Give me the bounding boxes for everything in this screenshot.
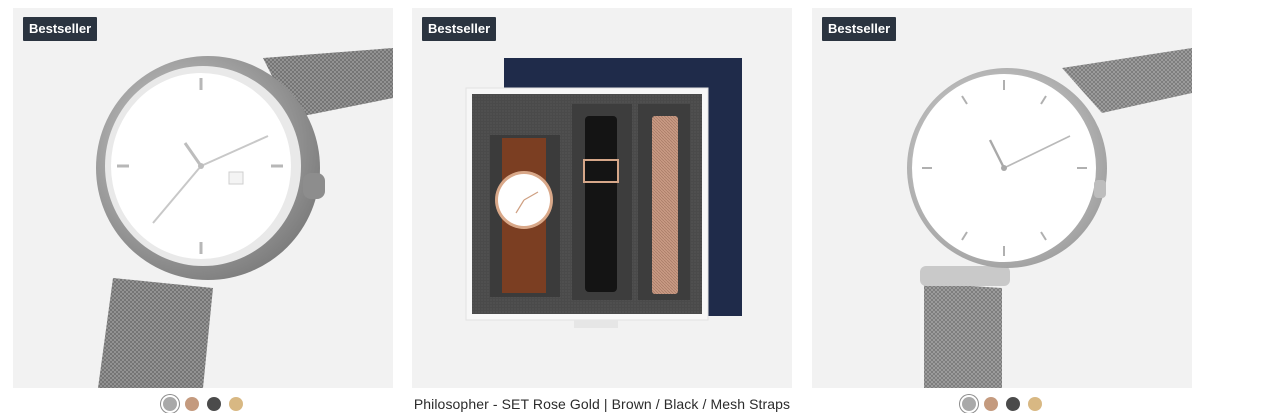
swatch-gold[interactable]	[1028, 397, 1042, 411]
product-image-3[interactable]: Bestseller	[812, 8, 1192, 388]
watch-image	[907, 48, 1192, 388]
product-card-3[interactable]: Bestseller	[812, 8, 1192, 411]
product-card-2[interactable]: Bestseller Philosopher - SET Rose Gold |…	[412, 8, 792, 412]
gift-box-image	[465, 58, 742, 328]
product-card-1[interactable]: Bestseller	[13, 8, 393, 411]
swatch-silver[interactable]	[163, 397, 177, 411]
product-title[interactable]: Philosopher - SET Rose Gold | Brown / Bl…	[412, 396, 792, 412]
watch-image	[96, 48, 393, 388]
bestseller-badge: Bestseller	[422, 17, 497, 41]
swatch-gunmetal[interactable]	[207, 397, 221, 411]
swatch-gunmetal[interactable]	[1006, 397, 1020, 411]
product-image-1[interactable]: Bestseller	[13, 8, 393, 388]
swatch-gold[interactable]	[229, 397, 243, 411]
color-swatches	[13, 397, 393, 411]
bestseller-badge: Bestseller	[23, 17, 98, 41]
swatch-silver[interactable]	[962, 397, 976, 411]
bestseller-badge: Bestseller	[822, 17, 897, 41]
swatch-rose-gold[interactable]	[185, 397, 199, 411]
swatch-rose-gold[interactable]	[984, 397, 998, 411]
color-swatches	[812, 397, 1192, 411]
product-image-2[interactable]: Bestseller	[412, 8, 792, 388]
